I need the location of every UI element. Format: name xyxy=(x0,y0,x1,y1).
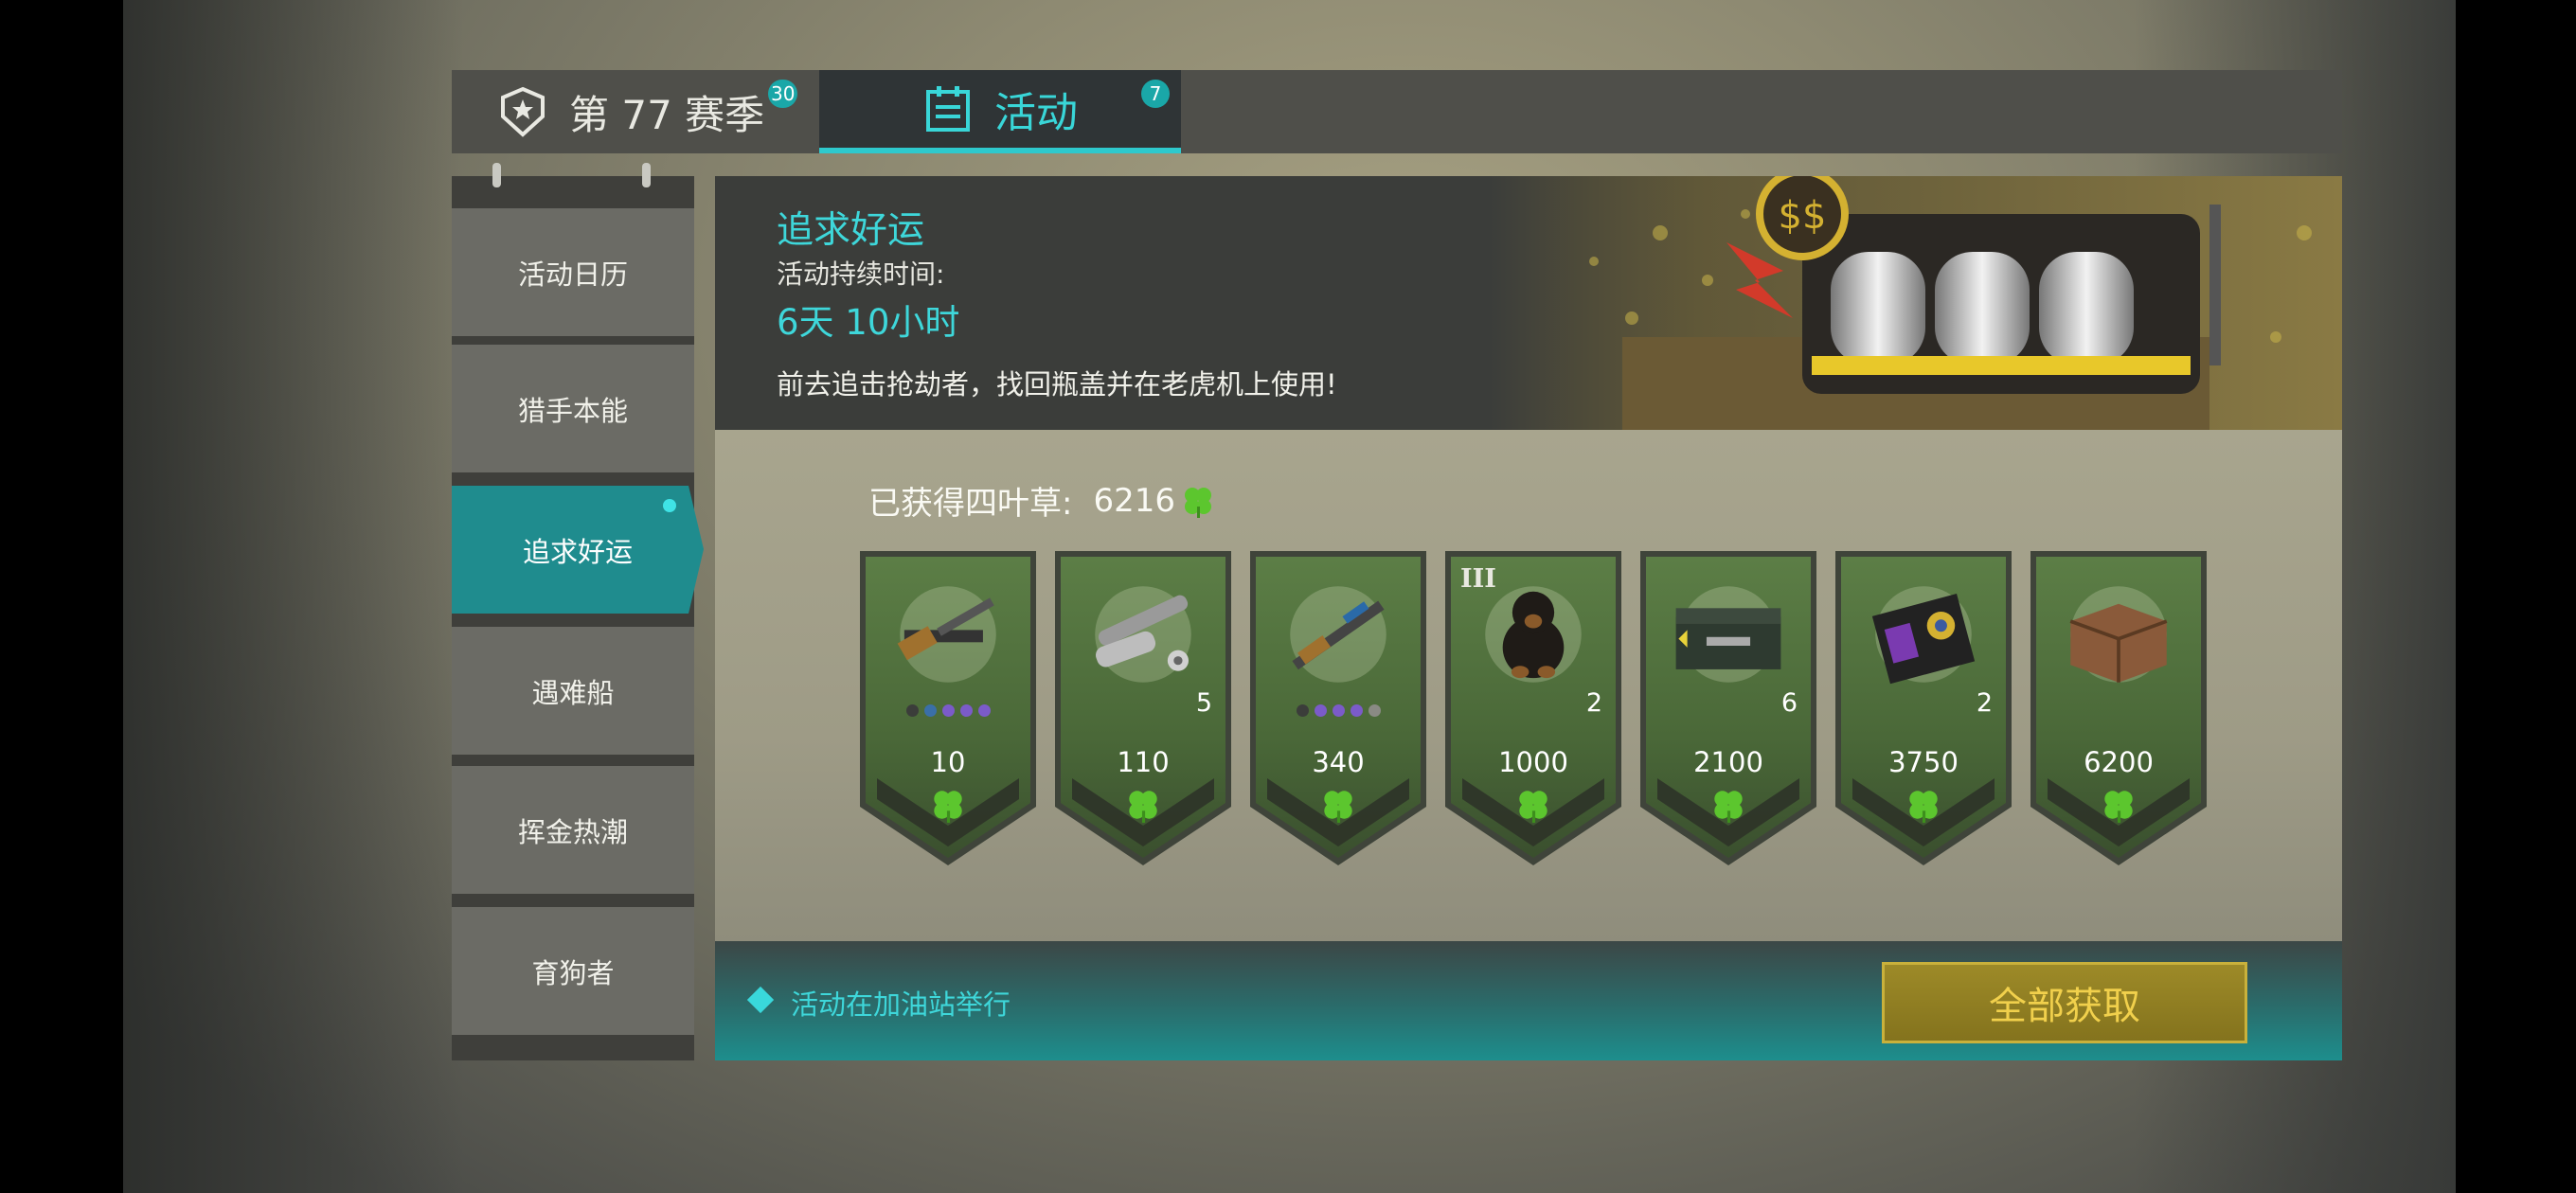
silencer-parts-icon xyxy=(1095,586,1191,683)
weapon-crate-icon xyxy=(1675,586,1781,683)
four-leaf-clover-icon xyxy=(1129,791,1157,823)
claim-all-button[interactable]: 全部获取 xyxy=(1882,962,2247,1043)
sidebar-item-hunter-instinct[interactable]: 猎手本能 xyxy=(452,345,694,472)
sidebar-item-label: 猎手本能 xyxy=(517,394,628,427)
tab-season-label: 第 77 赛季 xyxy=(569,91,765,138)
reward-cost: 110 xyxy=(1117,746,1170,778)
shotgun-icon xyxy=(897,586,996,683)
sidebar-item-dog-breeder[interactable]: 育狗者 xyxy=(452,907,694,1035)
season-badge: 30 xyxy=(768,80,798,108)
reward-card[interactable]: 340 xyxy=(1250,551,1426,865)
reward-cost: 2100 xyxy=(1693,746,1763,778)
reward-quantity: 5 xyxy=(1195,688,1212,718)
rarity-dot xyxy=(923,704,937,717)
event-location-note: 活动在加油站举行 xyxy=(791,988,1011,1021)
four-leaf-clover-icon xyxy=(1519,791,1547,823)
rarity-dot xyxy=(1296,704,1309,717)
sidebar-item-event-calendar[interactable]: 活动日历 xyxy=(452,208,694,336)
event-duration-value: 6天 10小时 xyxy=(777,302,960,343)
clover-balance: 已获得四叶草: 6216 xyxy=(868,477,1217,524)
event-footer: 活动在加油站举行 全部获取 xyxy=(715,941,2342,1060)
event-duration-label: 活动持续时间: xyxy=(777,258,945,290)
slot-machine-truck-illustration: $$ xyxy=(1490,176,2342,430)
four-leaf-clover-icon xyxy=(1185,487,1211,518)
reward-quantity: 6 xyxy=(1780,688,1798,718)
assault-rifle-icon xyxy=(1290,586,1386,683)
sidebar-scroll-handle-right[interactable] xyxy=(642,163,651,187)
rewards-panel: 已获得四叶草: 6216 10 5 110 340 III 2 1000 6 2100 2 3750… xyxy=(715,430,2342,941)
tab-season[interactable]: 第 77 赛季 xyxy=(452,70,819,153)
reward-card[interactable]: 6200 xyxy=(2030,551,2207,865)
sidebar-scroll-handle-left[interactable] xyxy=(492,163,501,187)
tab-bar: 第 77 赛季 30 活动 7 xyxy=(452,70,2342,153)
letterbox-left xyxy=(0,0,123,1193)
reward-card[interactable]: 6 2100 xyxy=(1640,551,1816,865)
reward-cost: 1000 xyxy=(1498,746,1568,778)
wooden-crate-icon xyxy=(2069,586,2168,683)
reward-cost: 6200 xyxy=(2084,746,2154,778)
four-leaf-clover-icon xyxy=(934,791,962,823)
reward-card[interactable]: 10 xyxy=(860,551,1036,865)
new-indicator-dot xyxy=(663,499,676,512)
reward-cost: 3750 xyxy=(1888,746,1959,778)
rottweiler-dog-icon xyxy=(1485,586,1582,683)
sidebar-item-label: 挥金热潮 xyxy=(517,815,628,848)
rarity-dot xyxy=(905,704,919,717)
sidebar-item-spending-spree[interactable]: 挥金热潮 xyxy=(452,766,694,894)
rarity-dot xyxy=(941,704,955,717)
four-leaf-clover-icon xyxy=(1714,791,1743,823)
reward-card[interactable]: 2 3750 xyxy=(1835,551,2012,865)
rarity-dot xyxy=(977,704,991,717)
tab-events-label: 活动 xyxy=(994,89,1078,137)
sidebar-item-shipwreck[interactable]: 遇难船 xyxy=(452,627,694,755)
sidebar-item-label: 育狗者 xyxy=(531,956,615,989)
diamond-bullet-icon xyxy=(746,986,775,1014)
rarity-dot xyxy=(1368,704,1381,717)
rarity-dots xyxy=(1250,704,1426,717)
event-description: 前去追击抢劫者，找回瓶盖并在老虎机上使用! xyxy=(777,368,1337,401)
reward-quantity: 2 xyxy=(1585,688,1602,718)
rarity-dot xyxy=(1314,704,1327,717)
reward-cost: 10 xyxy=(930,746,966,778)
four-leaf-clover-icon xyxy=(1909,791,1938,823)
reward-card[interactable]: 5 110 xyxy=(1055,551,1231,865)
letterbox-right xyxy=(2456,0,2576,1193)
tab-events[interactable]: 活动 xyxy=(819,70,1181,153)
reward-cost: 340 xyxy=(1312,746,1365,778)
four-leaf-clover-icon xyxy=(1324,791,1352,823)
sidebar-item-label: 活动日历 xyxy=(517,258,628,291)
rarity-dots xyxy=(860,704,1036,717)
events-badge: 7 xyxy=(1141,80,1170,108)
season-shield-icon xyxy=(497,86,548,137)
event-title: 追求好运 xyxy=(777,209,925,252)
clover-balance-label: 已获得四叶草: xyxy=(868,485,1073,523)
calendar-icon xyxy=(922,83,974,134)
reward-card[interactable]: III 2 1000 xyxy=(1445,551,1621,865)
four-leaf-clover-icon xyxy=(2104,791,2133,823)
clover-balance-value: 6216 xyxy=(1093,481,1175,520)
reward-tier: III xyxy=(1460,564,1496,594)
rarity-dot xyxy=(959,704,973,717)
svg-text:$$: $$ xyxy=(1779,194,1827,238)
rarity-dot xyxy=(1332,704,1345,717)
event-banner: $$ 追求好运 活动持续时间: 6天 10小时 前去追击抢劫者，找回瓶盖并在老虎… xyxy=(715,176,2342,430)
rarity-dot xyxy=(1350,704,1363,717)
game-screen: 第 77 赛季 30 活动 7 活动日历 猎手本能 追求好运 遇难船 挥金热潮 … xyxy=(123,0,2456,1193)
reward-quantity: 2 xyxy=(1976,688,1993,718)
sidebar-item-label: 遇难船 xyxy=(531,676,615,709)
police-badge-wallet-icon xyxy=(1871,586,1976,685)
sidebar-item-label: 追求好运 xyxy=(522,535,633,568)
